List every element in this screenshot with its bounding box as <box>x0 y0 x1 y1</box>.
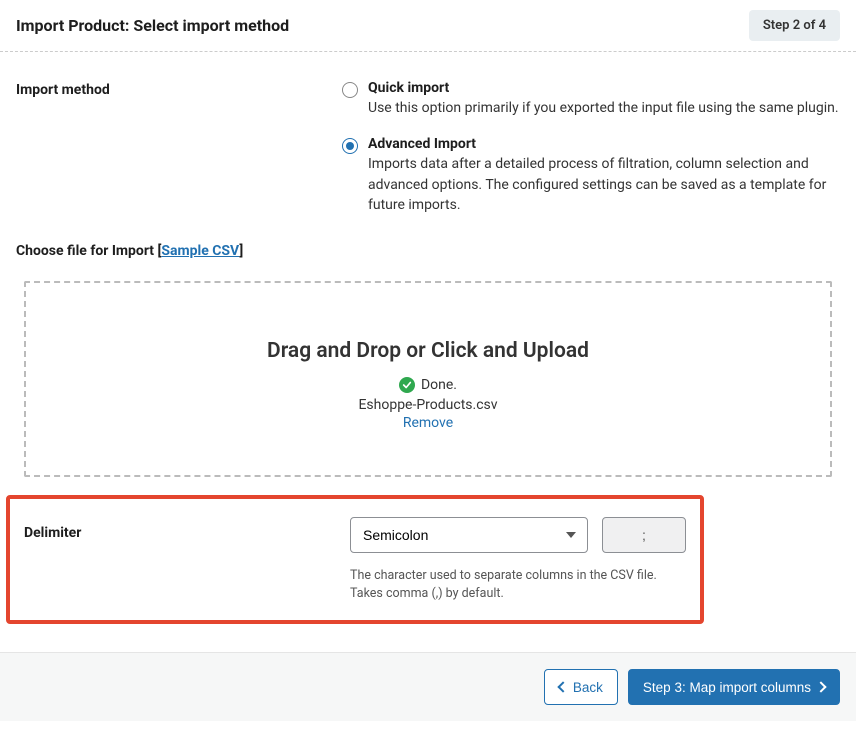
file-dropzone[interactable]: Drag and Drop or Click and Upload Done. … <box>24 281 832 477</box>
delimiter-char-input[interactable] <box>602 517 686 553</box>
delimiter-row: Delimiter Semicolon The character used t… <box>24 517 686 602</box>
delimiter-select[interactable]: Semicolon <box>350 517 588 553</box>
delimiter-select-wrap: Semicolon <box>350 517 588 553</box>
remove-file-link[interactable]: Remove <box>46 415 810 431</box>
delimiter-body: Semicolon The character used to separate… <box>350 517 686 602</box>
uploaded-filename: Eshoppe-Products.csv <box>46 397 810 413</box>
next-button-label: Step 3: Map import columns <box>643 680 811 695</box>
chevron-left-icon <box>557 682 568 693</box>
chevron-right-icon <box>815 682 826 693</box>
radio-icon <box>342 138 358 154</box>
wizard-footer: Back Step 3: Map import columns <box>0 652 856 721</box>
radio-option-advanced-import[interactable]: Advanced Import Imports data after a det… <box>342 136 840 215</box>
delimiter-highlight: Delimiter Semicolon The character used t… <box>6 495 704 624</box>
step-badge: Step 2 of 4 <box>749 10 840 41</box>
radio-title: Quick import <box>368 80 840 96</box>
radio-title: Advanced Import <box>368 136 840 152</box>
next-step-button[interactable]: Step 3: Map import columns <box>628 669 840 705</box>
sample-csv-link[interactable]: Sample CSV <box>161 243 239 259</box>
upload-done-line: Done. <box>399 377 457 393</box>
choose-file-label: Choose file for Import [Sample CSV] <box>16 243 840 259</box>
radio-text: Quick import Use this option primarily i… <box>368 80 840 118</box>
label-prefix: Choose file for Import [ <box>16 243 161 259</box>
radio-option-quick-import[interactable]: Quick import Use this option primarily i… <box>342 80 840 118</box>
back-button-label: Back <box>573 680 603 695</box>
radio-icon <box>342 82 358 98</box>
done-text: Done. <box>421 377 457 393</box>
check-circle-icon <box>399 377 415 393</box>
wizard-content: Import method Quick import Use this opti… <box>0 52 856 624</box>
radio-text: Advanced Import Imports data after a det… <box>368 136 840 215</box>
import-method-row: Import method Quick import Use this opti… <box>16 80 840 215</box>
import-method-options: Quick import Use this option primarily i… <box>342 80 840 215</box>
delimiter-controls: Semicolon <box>350 517 686 553</box>
wizard-header: Import Product: Select import method Ste… <box>0 0 856 52</box>
back-button[interactable]: Back <box>544 669 618 705</box>
delimiter-help-text: The character used to separate columns i… <box>350 567 686 602</box>
page-title: Import Product: Select import method <box>16 16 289 35</box>
radio-desc: Imports data after a detailed process of… <box>368 154 840 215</box>
delimiter-label: Delimiter <box>24 517 350 541</box>
label-suffix: ] <box>239 243 243 259</box>
import-method-label: Import method <box>16 80 342 98</box>
radio-desc: Use this option primarily if you exporte… <box>368 98 840 118</box>
dropzone-title: Drag and Drop or Click and Upload <box>46 339 810 363</box>
